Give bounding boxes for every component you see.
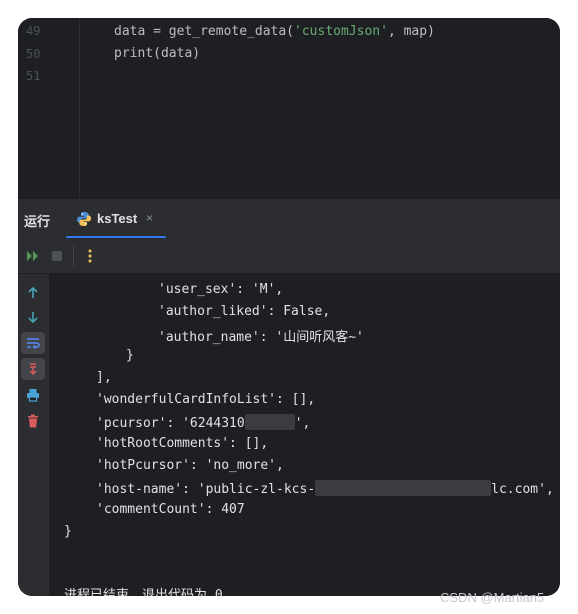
console-line: 'user_sex': 'M', (158, 282, 284, 297)
watermark: CSDN @Martian5 (440, 590, 545, 605)
ide-window: 49 50 51 data = get_remote_data('customJ… (18, 18, 560, 596)
console-line: 'hotPcursor': 'no_more', (96, 458, 284, 473)
console-line: 'author_liked': False, (158, 304, 331, 319)
close-icon[interactable]: × (146, 211, 153, 225)
clear-all-icon (28, 414, 38, 428)
console-line: 'pcursor': '6244310 ', (96, 414, 311, 431)
rerun-icon[interactable] (24, 247, 42, 265)
print-button[interactable] (21, 384, 45, 406)
scroll-up-button[interactable] (21, 282, 45, 304)
line-number: 49 (26, 24, 41, 38)
soft-wrap-icon (27, 338, 40, 349)
console-line: ], (96, 370, 112, 385)
console-line: 'host-name': 'public-zl-kcs-lc.com', (96, 480, 554, 497)
console-side-toolbar (18, 274, 50, 596)
run-tool-window-header: 运行 ksTest × (18, 198, 560, 239)
run-toolbar (18, 238, 560, 274)
more-options-icon[interactable] (81, 247, 99, 265)
line-number-gutter: 49 50 51 (18, 18, 80, 198)
scroll-down-button[interactable] (21, 306, 45, 328)
code-line[interactable]: print(data) (114, 46, 200, 61)
code-editor[interactable]: 49 50 51 data = get_remote_data('customJ… (18, 18, 560, 198)
toolbar-separator (73, 246, 74, 266)
console-line: 'commentCount': 407 (96, 502, 245, 517)
console-line: 'author_name': '山间听风客~' (158, 330, 364, 345)
redacted-block (244, 414, 295, 430)
print-icon (27, 389, 39, 402)
console-line: 'wonderfulCardInfoList': [], (96, 392, 316, 407)
exit-message: 进程已结束，退出代码为 0 (64, 588, 223, 596)
line-number: 51 (26, 69, 41, 83)
console-line: 'hotRootComments': [], (96, 436, 269, 451)
code-line[interactable]: data = get_remote_data('customJson', map… (114, 24, 435, 39)
stop-icon[interactable] (48, 247, 66, 265)
console-line: } (64, 524, 72, 539)
console-line: } (126, 348, 134, 363)
python-icon (77, 212, 91, 226)
scroll-to-end-icon (29, 363, 37, 376)
tab-kstest[interactable]: ksTest × (66, 199, 166, 239)
scroll-down-icon (28, 312, 38, 324)
scroll-to-end-button[interactable] (21, 358, 45, 380)
tab-label: ksTest (97, 211, 138, 226)
scroll-up-icon (28, 286, 38, 298)
console-output[interactable]: 'user_sex': 'M', 'author_liked': False, … (50, 274, 560, 596)
tool-window-title: 运行 (24, 214, 51, 229)
redacted-block (315, 480, 492, 496)
clear-all-button[interactable] (21, 410, 45, 432)
soft-wrap-button[interactable] (21, 332, 45, 354)
line-number: 50 (26, 47, 41, 61)
